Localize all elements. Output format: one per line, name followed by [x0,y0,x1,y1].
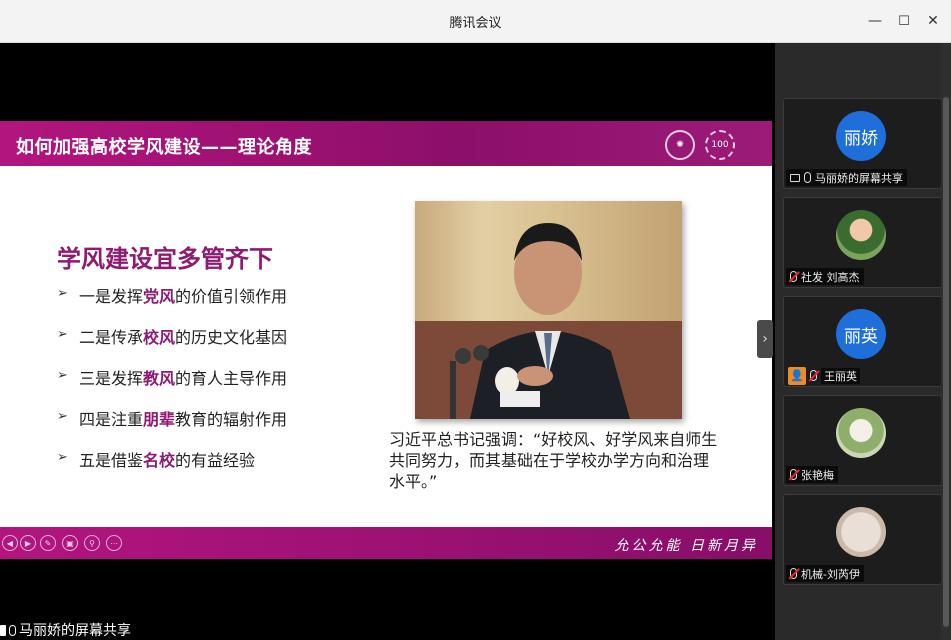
shared-screen-stage: 如何加强高校学风建设——理论角度 ✺ 100 学风建设宜多管齐下 ➢ 一是发挥 党风… [0,43,775,640]
close-button[interactable]: ✕ [922,10,944,32]
participant-tile[interactable]: 社发 刘高杰 [783,197,942,288]
anniversary-badge-icon: 100 [705,130,735,160]
slide-title: 如何加强高校学风建设——理论角度 [16,137,312,158]
participant-tile[interactable]: 丽娇 马丽娇的屏幕共享 [783,98,942,189]
slide-heading: 学风建设宜多管齐下 [57,245,273,273]
slide-footer: ◀ ▶ ✎ ▣ ⚲ ⋯ 允公允能 日新月异 [0,527,772,559]
slide-header: 如何加强高校学风建设——理论角度 ✺ 100 [0,121,772,166]
next-slide-icon[interactable]: ▶ [20,535,36,551]
sidebar-scrollbar[interactable] [941,43,951,640]
screen-share-icon [790,173,800,182]
bullet-item: ➢ 二是传承 校风 的历史文化基因 [57,324,287,365]
window-titlebar: 腾讯会议 — ☐ ✕ [0,0,951,43]
avatar: 丽英 [836,309,886,359]
screen-share-text: 马丽娇的屏幕共享 [19,623,131,639]
bullet-item: ➢ 五是借鉴 名校 的有益经验 [57,447,287,488]
participant-label: 👤 王丽英 [784,366,864,385]
bullet-item: ➢ 一是发挥 党风 的价值引领作用 [57,283,287,324]
microphone-muted-icon [790,469,797,480]
microphone-muted-icon [810,370,817,381]
participant-label: 社发 刘高杰 [786,268,864,285]
microphone-icon [9,624,16,636]
participant-tile[interactable]: 机械-刘芮伊 [783,494,942,585]
microphone-muted-icon [790,568,797,579]
scrollbar-thumb[interactable] [943,97,949,627]
bullet-item: ➢ 四是注重 朋辈 教育的辐射作用 [57,406,287,447]
university-seal-icon: ✺ [665,130,695,160]
slide-quote: 习近平总书记强调：“好校风、好学风来自师生共同努力，而其基础在于学校办学方向和治… [389,430,718,491]
screen-share-icon [0,624,6,636]
maximize-button[interactable]: ☐ [893,10,915,32]
slide-motto: 允公允能 日新月异 [614,538,758,554]
slides-icon[interactable]: ▣ [62,535,78,551]
previous-slide-icon[interactable]: ◀ [2,535,18,551]
arrow-icon: ➢ [57,327,68,342]
window-title: 腾讯会议 [449,16,502,31]
participant-tile[interactable]: 丽英 👤 王丽英 [783,296,942,387]
avatar [836,408,886,458]
participant-label: 机械-刘芮伊 [786,565,864,582]
avatar: 丽娇 [836,111,886,161]
bullet-item: ➢ 三是发挥 教风 的育人主导作用 [57,365,287,406]
collapse-sidebar-button[interactable]: › [757,320,773,358]
chevron-right-icon: › [762,331,768,347]
participant-label: 张艳梅 [786,466,838,483]
minimize-button[interactable]: — [864,10,886,32]
bullet-list: ➢ 一是发挥 党风 的价值引领作用 ➢ 二是传承 校风 的历史文化基因 ➢ 三是发挥 教风 的育人… [57,283,287,488]
microphone-muted-icon [790,271,797,282]
arrow-icon: ➢ [57,286,68,301]
arrow-icon: ➢ [57,450,68,465]
arrow-icon: ➢ [57,368,68,383]
participant-tile[interactable]: 张艳梅 [783,395,942,486]
screen-share-label: 马丽娇的屏幕共享 [0,620,131,640]
microphone-icon [804,172,811,183]
pen-icon[interactable]: ✎ [40,535,56,551]
avatar [836,507,886,557]
zoom-icon[interactable]: ⚲ [84,535,100,551]
participant-sidebar: 丽娇 马丽娇的屏幕共享 社发 刘高杰 丽英 👤 王丽英 张艳梅 机械-刘芮伊 [775,43,951,640]
avatar [836,210,886,260]
user-icon: 👤 [788,366,806,385]
presentation-slide: 如何加强高校学风建设——理论角度 ✺ 100 学风建设宜多管齐下 ➢ 一是发挥 党风… [0,121,772,559]
more-options-icon[interactable]: ⋯ [106,535,122,551]
participant-label: 马丽娇的屏幕共享 [786,169,907,186]
arrow-icon: ➢ [57,409,68,424]
speaker-photo [415,201,682,419]
